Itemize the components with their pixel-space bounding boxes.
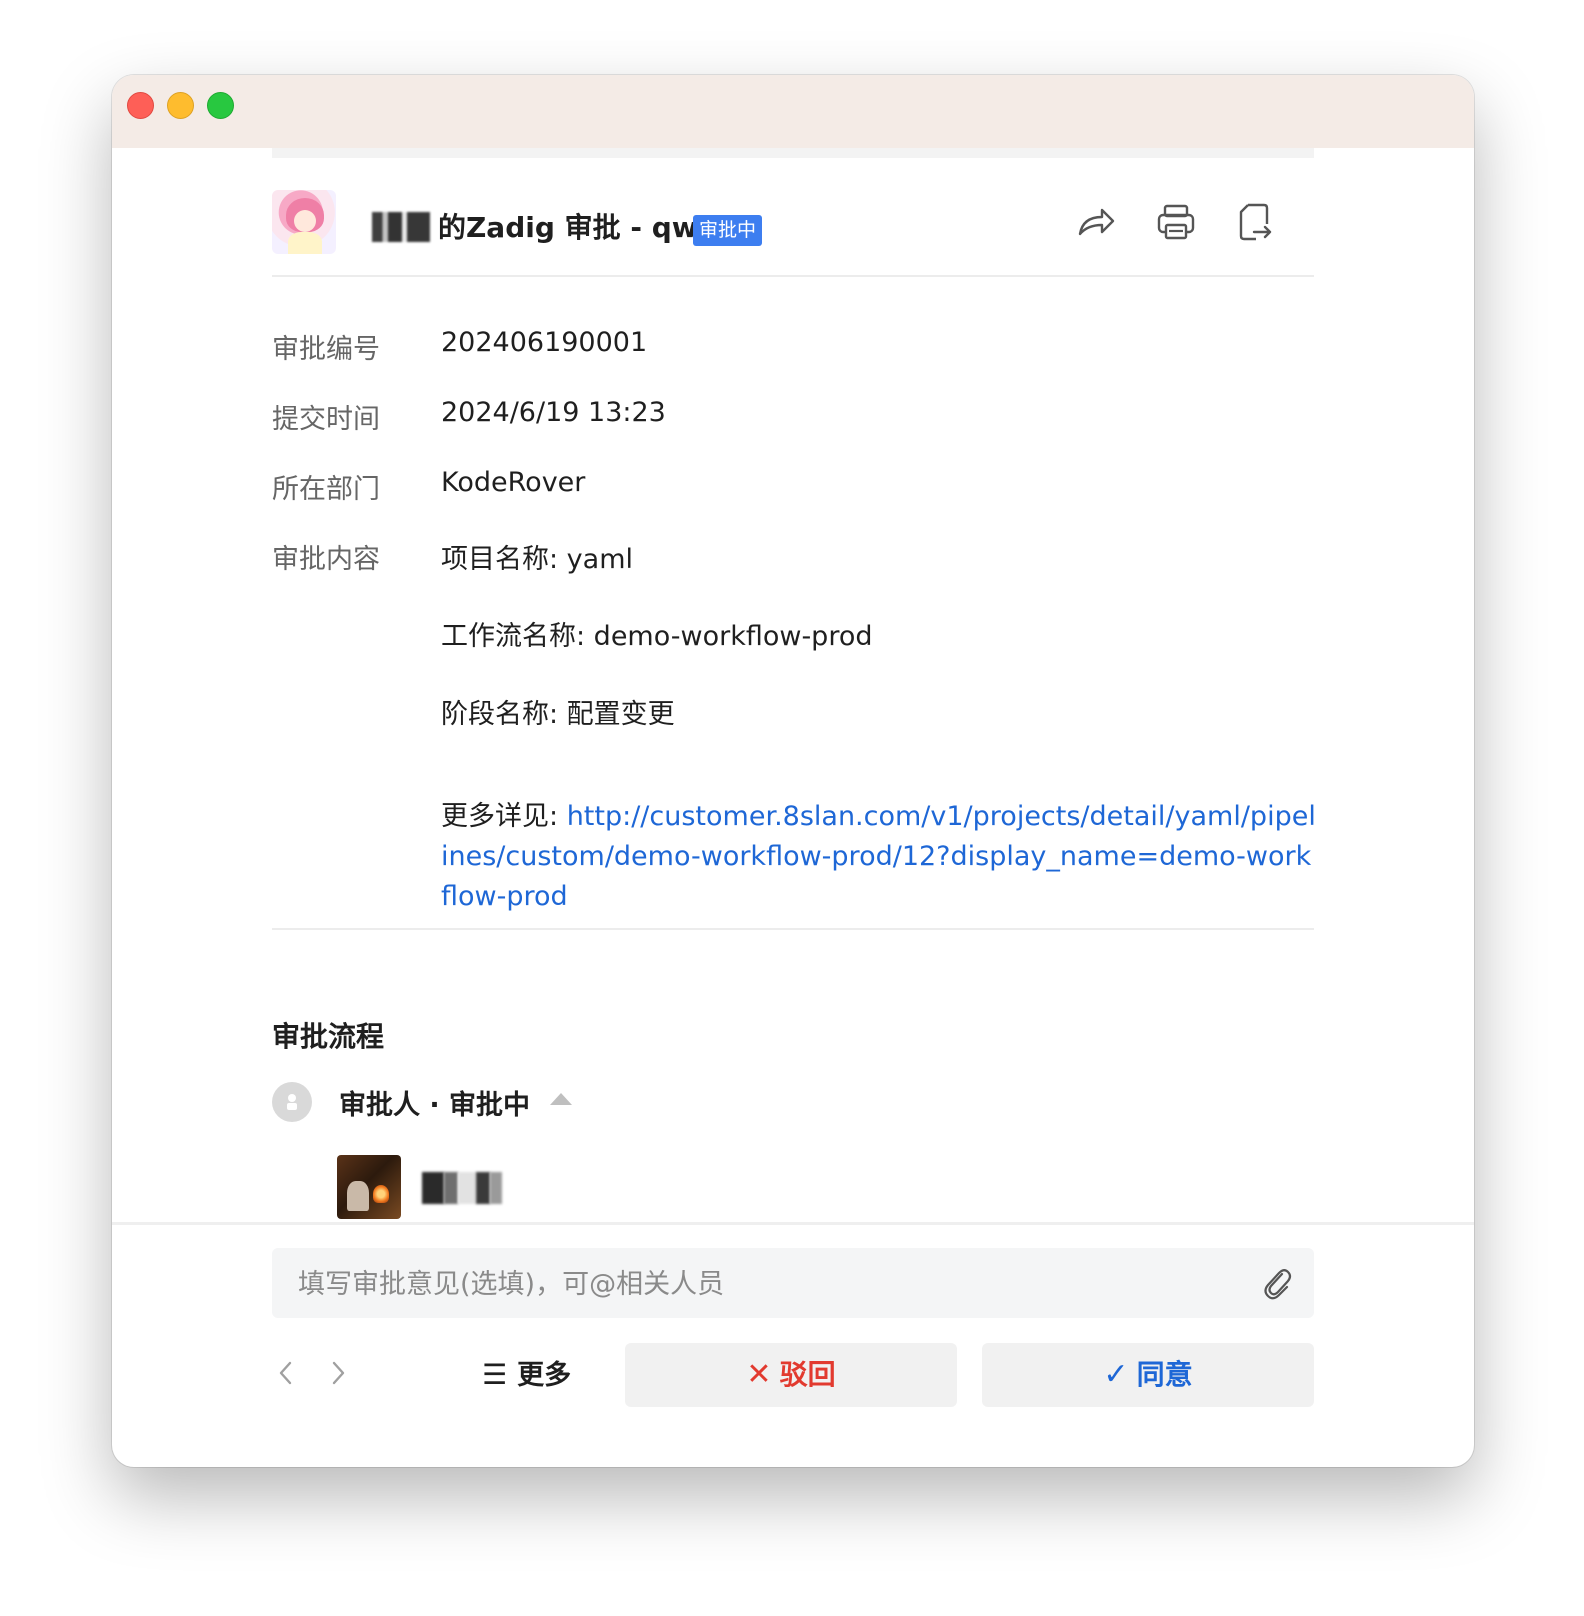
desktop-background: 的Zadig 审批 - qw 审批中 审批编号 202406190001 提交时… bbox=[0, 0, 1584, 1616]
avatar-dress bbox=[288, 232, 322, 254]
more-label: 更多 bbox=[517, 1360, 572, 1391]
close-window-button[interactable] bbox=[127, 92, 154, 119]
avatar-fireplace bbox=[373, 1185, 389, 1203]
process-section-title: 审批流程 bbox=[272, 1020, 385, 1053]
content-workflow-name: 工作流名称: demo-workflow-prod bbox=[441, 621, 873, 652]
header-divider bbox=[272, 275, 1314, 277]
content-stage-name: 阶段名称: 配置变更 bbox=[441, 699, 675, 730]
approval-number-value: 202406190001 bbox=[441, 327, 648, 358]
attachment-icon[interactable] bbox=[1260, 1265, 1294, 1301]
comment-box bbox=[272, 1248, 1314, 1320]
minimize-window-button[interactable] bbox=[167, 92, 194, 119]
content-label: 审批内容 bbox=[272, 544, 380, 575]
next-button[interactable] bbox=[322, 1358, 352, 1388]
more-details-label: 更多详见: bbox=[441, 801, 567, 832]
zoom-window-button[interactable] bbox=[207, 92, 234, 119]
agree-label: 同意 bbox=[1136, 1358, 1193, 1391]
approval-header: 的Zadig 审批 - qw 审批中 bbox=[272, 190, 1314, 254]
comment-input[interactable] bbox=[296, 1248, 1240, 1320]
approver-step-label: 审批人 · 审批中 bbox=[339, 1090, 531, 1121]
content-more-details: 更多详见: http://customer.8slan.com/v1/proje… bbox=[441, 797, 1316, 917]
window-titlebar bbox=[112, 75, 1474, 148]
check-icon: ✓ bbox=[1103, 1357, 1129, 1392]
workflow-link[interactable]: http://customer.8slan.com/v1/projects/de… bbox=[441, 801, 1316, 912]
approver-avatar[interactable] bbox=[337, 1155, 401, 1219]
content-project-name: 项目名称: yaml bbox=[441, 544, 634, 575]
redacted-block bbox=[458, 1172, 476, 1204]
avatar-person bbox=[347, 1181, 369, 1211]
redacted-block bbox=[422, 1172, 444, 1204]
previous-button[interactable] bbox=[272, 1358, 302, 1388]
reject-label: 驳回 bbox=[779, 1358, 836, 1391]
redacted-block bbox=[444, 1172, 458, 1204]
submit-time-value: 2024/6/19 13:23 bbox=[441, 397, 666, 428]
print-icon[interactable] bbox=[1154, 200, 1198, 244]
export-icon[interactable] bbox=[1232, 200, 1276, 244]
approval-number-label: 审批编号 bbox=[272, 334, 380, 365]
redacted-block bbox=[490, 1172, 502, 1204]
agree-button[interactable]: ✓ 同意 bbox=[982, 1343, 1314, 1407]
app-window: 的Zadig 审批 - qw 审批中 审批编号 202406190001 提交时… bbox=[112, 75, 1474, 1467]
approver-step-icon bbox=[272, 1082, 312, 1122]
department-label: 所在部门 bbox=[272, 474, 380, 505]
submit-time-label: 提交时间 bbox=[272, 404, 380, 435]
page-title-text: 的Zadig 审批 - qw bbox=[438, 211, 698, 244]
page-title: 的Zadig 审批 - qw bbox=[372, 206, 698, 246]
content-divider bbox=[272, 928, 1314, 930]
more-button[interactable]: ☰ 更多 bbox=[482, 1345, 571, 1405]
menu-icon: ☰ bbox=[482, 1358, 508, 1391]
redacted-approver-name bbox=[422, 1172, 508, 1204]
share-icon[interactable] bbox=[1074, 200, 1118, 244]
department-value: KodeRover bbox=[441, 467, 586, 498]
redacted-block bbox=[476, 1172, 490, 1204]
close-icon: ✕ bbox=[746, 1357, 772, 1392]
footer-separator bbox=[112, 1222, 1474, 1225]
status-badge: 审批中 bbox=[693, 215, 763, 246]
reject-button[interactable]: ✕ 驳回 bbox=[625, 1343, 957, 1407]
avatar-face bbox=[294, 210, 316, 232]
redacted-applicant-name bbox=[372, 212, 430, 242]
scroll-top-edge bbox=[272, 148, 1314, 158]
collapse-caret-icon[interactable] bbox=[550, 1093, 572, 1105]
avatar[interactable] bbox=[272, 190, 336, 254]
